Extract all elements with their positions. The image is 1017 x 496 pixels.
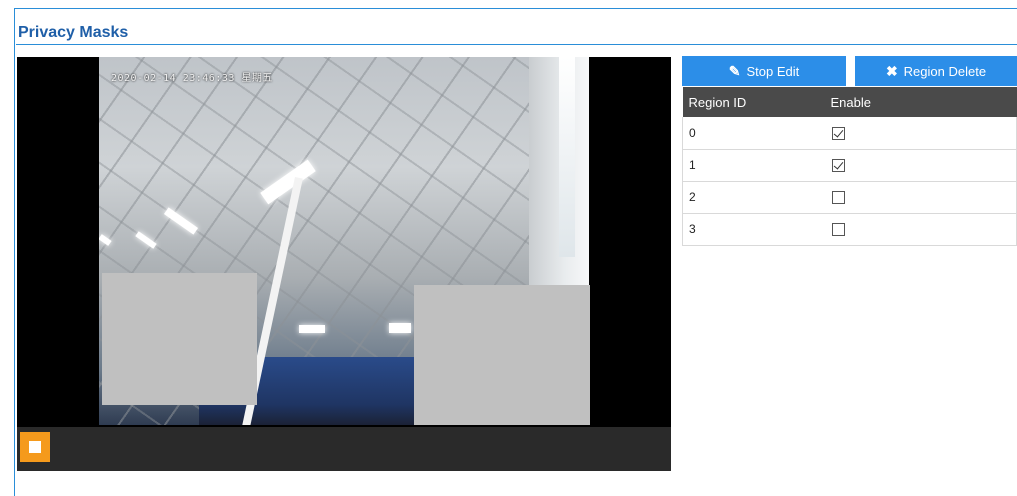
window-scene <box>559 57 575 257</box>
privacy-mask-region[interactable] <box>414 285 590 425</box>
enable-cell <box>824 149 1017 182</box>
x-icon: ✖ <box>885 63 898 79</box>
region-delete-button[interactable]: ✖ Region Delete <box>855 56 1017 86</box>
enable-checkbox[interactable] <box>831 191 845 205</box>
table-header-row: Region ID Enable <box>682 87 1017 117</box>
enable-checkbox[interactable] <box>831 223 845 237</box>
pencil-icon: ✎ <box>728 63 741 79</box>
stop-edit-button[interactable]: ✎ Stop Edit <box>682 56 846 86</box>
column-header-enable: Enable <box>824 87 1017 117</box>
ceiling-light <box>299 325 325 333</box>
table-row[interactable]: 1 <box>682 149 1017 182</box>
region-table: Region ID Enable 0 1 2 3 <box>682 87 1017 246</box>
region-id-cell: 0 <box>682 117 825 150</box>
enable-cell <box>824 117 1017 150</box>
page-title: Privacy Masks <box>18 24 129 41</box>
enable-cell <box>824 181 1017 214</box>
stop-icon <box>29 441 41 453</box>
enable-checkbox[interactable] <box>831 159 845 173</box>
region-id-cell: 2 <box>682 181 825 214</box>
table-row[interactable]: 0 <box>682 117 1017 150</box>
privacy-mask-region[interactable] <box>102 273 257 405</box>
player-control-bar <box>17 427 671 471</box>
title-divider <box>16 44 1017 45</box>
enable-checkbox[interactable] <box>831 126 845 140</box>
video-timestamp: 2020-02-14 23:46:33 星期五 <box>111 73 273 84</box>
stop-preview-button[interactable] <box>20 432 50 462</box>
ceiling-light <box>389 323 411 333</box>
column-header-region-id: Region ID <box>682 87 825 117</box>
region-id-cell: 3 <box>682 213 825 246</box>
region-id-cell: 1 <box>682 149 825 182</box>
video-player[interactable]: 2020-02-14 23:46:33 星期五 <box>17 57 671 471</box>
table-row[interactable]: 2 <box>682 181 1017 214</box>
stop-edit-label: Stop Edit <box>746 63 800 79</box>
enable-cell <box>824 213 1017 246</box>
table-row[interactable]: 3 <box>682 213 1017 246</box>
region-delete-label: Region Delete <box>903 63 987 79</box>
